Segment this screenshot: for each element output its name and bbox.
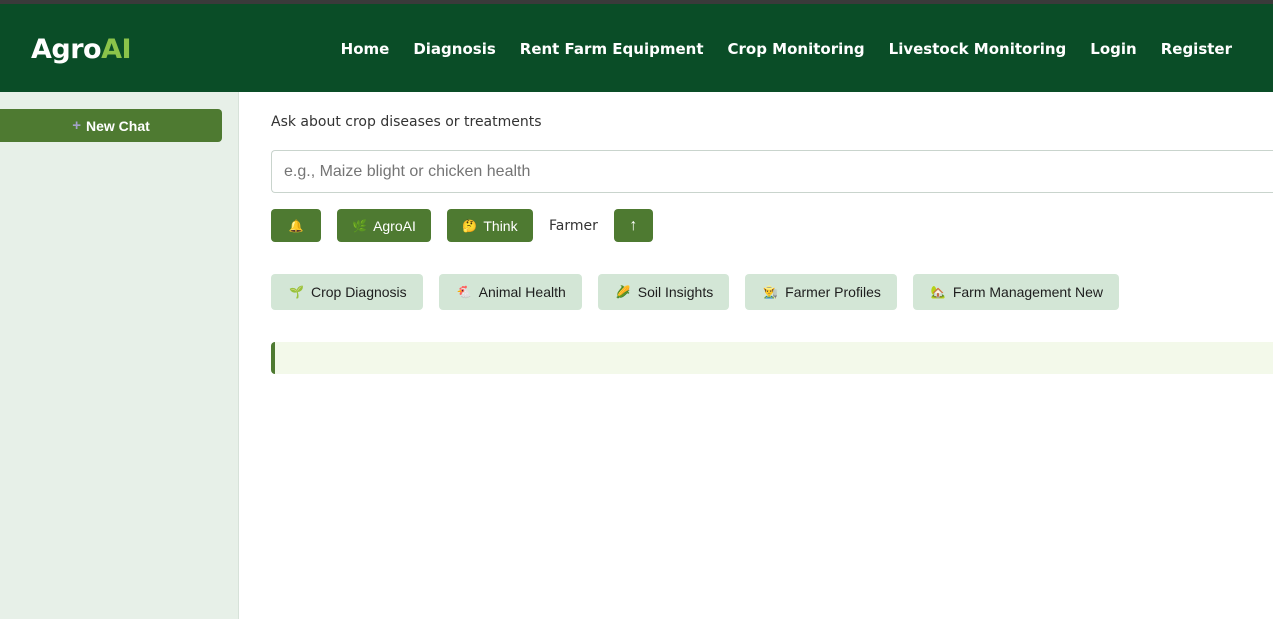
navbar: AgroAI Home Diagnosis Rent Farm Equipmen… [0, 4, 1273, 92]
chip-label: Soil Insights [637, 284, 714, 300]
arrow-up-icon: ↑ [629, 216, 638, 234]
think-label: Think [483, 217, 518, 234]
farmer-role-label: Farmer [549, 217, 598, 234]
think-button[interactable]: 🤔 Think [447, 209, 533, 242]
chicken-icon: 🐔 [456, 285, 472, 299]
brand-logo[interactable]: AgroAI [31, 34, 132, 65]
corn-icon: 🌽 [615, 285, 631, 299]
nav-register[interactable]: Register [1161, 40, 1232, 58]
chip-label: Animal Health [478, 284, 566, 300]
send-button[interactable]: ↑ [613, 209, 653, 242]
farmer-icon: 👨‍🌾 [763, 285, 779, 299]
chat-main: Ask about crop diseases or treatments 🔔 … [240, 92, 1273, 619]
chip-farmer-profiles[interactable]: 👨‍🌾 Farmer Profiles [745, 274, 897, 310]
bell-icon: 🔔 [288, 218, 304, 233]
house-icon: 🏡 [930, 285, 946, 299]
sidebar: + New Chat [0, 92, 239, 619]
chip-label: Crop Diagnosis [310, 284, 407, 300]
nav-home[interactable]: Home [341, 40, 390, 58]
nav-login[interactable]: Login [1090, 40, 1136, 58]
notification-button[interactable]: 🔔 [271, 209, 321, 242]
leaf-icon: 🌿 [352, 218, 368, 233]
response-area [271, 342, 1273, 374]
brand-accent: AI [101, 34, 132, 65]
nav-rent-farm-equipment[interactable]: Rent Farm Equipment [520, 40, 704, 58]
chip-animal-health[interactable]: 🐔 Animal Health [438, 274, 582, 310]
nav-links: Home Diagnosis Rent Farm Equipment Crop … [341, 40, 1232, 58]
agroai-mode-button[interactable]: 🌿 AgroAI [337, 209, 431, 242]
thinking-face-icon: 🤔 [462, 218, 478, 233]
search-input[interactable] [271, 150, 1273, 193]
chip-soil-insights[interactable]: 🌽 Soil Insights [597, 274, 730, 310]
suggestion-chips: 🌱 Crop Diagnosis 🐔 Animal Health 🌽 Soil … [271, 274, 1119, 310]
chip-farm-management[interactable]: 🏡 Farm Management New [912, 274, 1119, 310]
new-chat-label: New Chat [85, 117, 150, 134]
seedling-icon: 🌱 [289, 285, 304, 299]
nav-crop-monitoring[interactable]: Crop Monitoring [728, 40, 865, 58]
agroai-mode-label: AgroAI [373, 217, 416, 234]
chip-label: Farm Management New [952, 284, 1103, 300]
new-chat-button[interactable]: + New Chat [0, 109, 222, 142]
chat-toolbar: 🔔 🌿 AgroAI 🤔 Think Farmer ↑ [271, 209, 653, 242]
brand-primary: Agro [31, 34, 102, 65]
chip-crop-diagnosis[interactable]: 🌱 Crop Diagnosis [271, 274, 423, 310]
prompt-label: Ask about crop diseases or treatments [271, 114, 542, 130]
plus-icon: + [72, 117, 81, 134]
chip-label: Farmer Profiles [785, 284, 881, 300]
nav-diagnosis[interactable]: Diagnosis [413, 40, 495, 58]
nav-livestock-monitoring[interactable]: Livestock Monitoring [889, 40, 1067, 58]
